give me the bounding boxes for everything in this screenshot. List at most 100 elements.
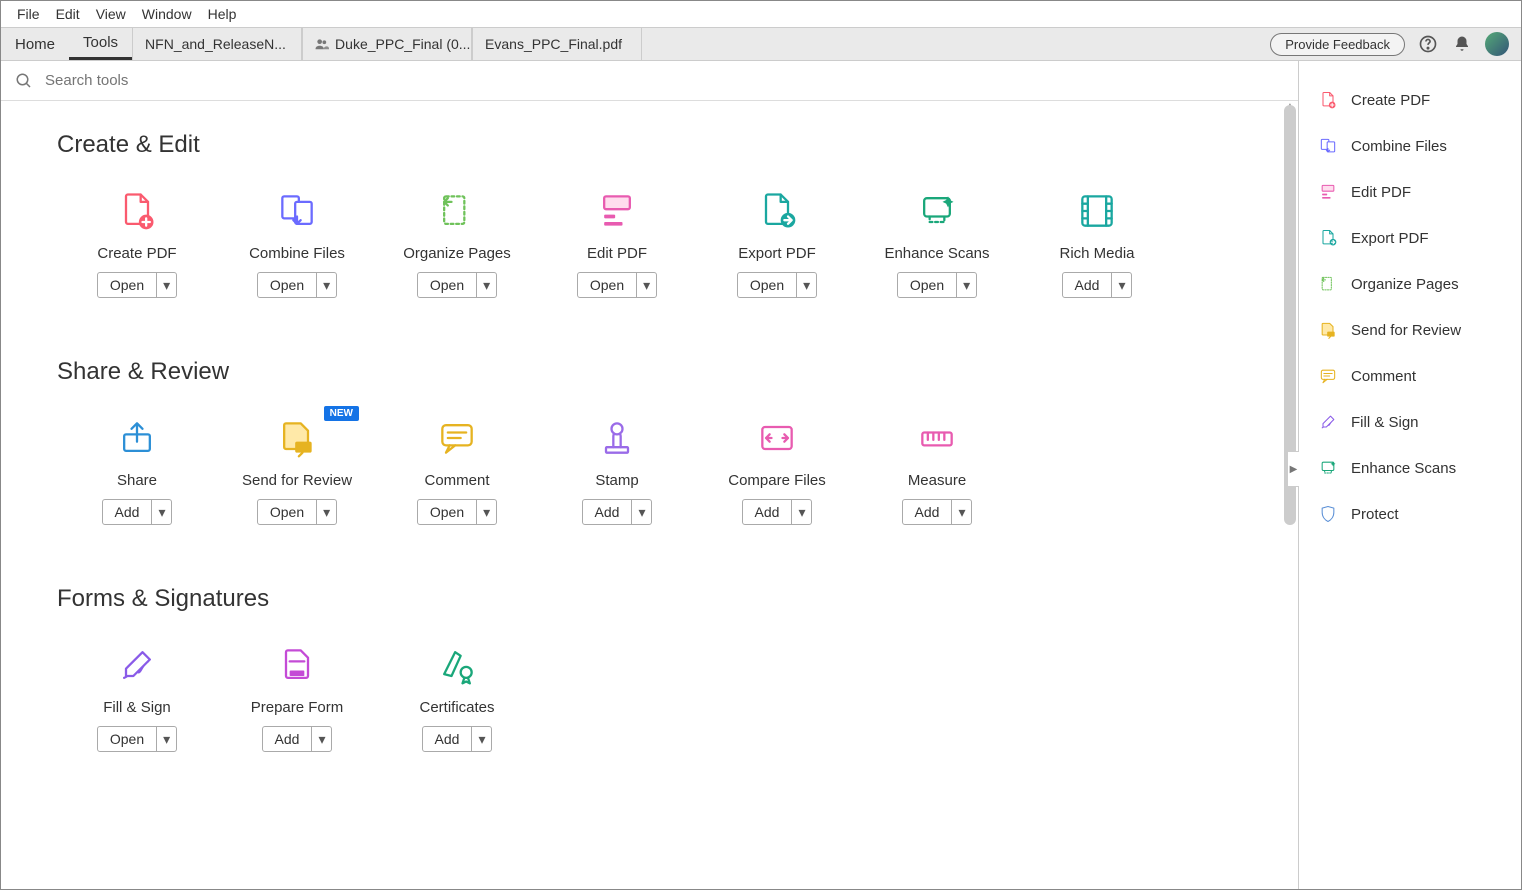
doc-tab-1[interactable]: Duke_PPC_Final (0... (302, 28, 472, 60)
chevron-down-icon[interactable]: ▾ (476, 500, 496, 524)
tool-action-button[interactable]: Add▾ (902, 499, 973, 525)
action-label[interactable]: Open (98, 727, 156, 751)
tool-card-enhance[interactable]: Enhance ScansOpen▾ (857, 177, 1017, 318)
help-icon[interactable] (1417, 33, 1439, 55)
action-label[interactable]: Add (903, 500, 952, 524)
action-label[interactable]: Add (583, 500, 632, 524)
tool-card-media[interactable]: Rich MediaAdd▾ (1017, 177, 1177, 318)
menu-help[interactable]: Help (200, 3, 245, 25)
avatar[interactable] (1485, 32, 1509, 56)
chevron-down-icon[interactable]: ▾ (791, 500, 811, 524)
chevron-down-icon[interactable]: ▾ (796, 273, 816, 297)
rp-item-organize[interactable]: Organize Pages (1309, 263, 1511, 305)
rp-item-create-pdf[interactable]: Create PDF (1309, 79, 1511, 121)
chevron-down-icon[interactable]: ▾ (156, 273, 176, 297)
tool-card-share[interactable]: Share Add▾ (57, 404, 217, 545)
rp-item-review[interactable]: Send for Review (1309, 309, 1511, 351)
tool-card-comment[interactable]: CommentOpen▾ (377, 404, 537, 545)
tool-action-button[interactable]: Open▾ (97, 272, 177, 298)
chevron-down-icon[interactable]: ▾ (156, 727, 176, 751)
tool-action-button[interactable]: Open▾ (97, 726, 177, 752)
tool-action-button[interactable]: Add▾ (742, 499, 813, 525)
bell-icon[interactable] (1451, 33, 1473, 55)
tool-card-export[interactable]: Export PDFOpen▾ (697, 177, 857, 318)
tool-action-button[interactable]: Open▾ (257, 272, 337, 298)
tool-action-button[interactable]: Open▾ (737, 272, 817, 298)
tool-card-stamp[interactable]: StampAdd▾ (537, 404, 697, 545)
tool-card-sign[interactable]: Fill & SignOpen▾ (57, 631, 217, 772)
tool-card-organize[interactable]: Organize PagesOpen▾ (377, 177, 537, 318)
rp-item-sign[interactable]: Fill & Sign (1309, 401, 1511, 443)
action-label[interactable]: Open (98, 273, 156, 297)
action-label[interactable]: Add (743, 500, 792, 524)
action-label[interactable]: Open (898, 273, 956, 297)
action-label[interactable]: Open (738, 273, 796, 297)
action-label[interactable]: Open (258, 500, 316, 524)
collapse-panel-icon[interactable]: ▶ (1287, 451, 1299, 487)
menu-view[interactable]: View (88, 3, 134, 25)
tool-action-button[interactable]: Add▾ (262, 726, 333, 752)
nav-home[interactable]: Home (1, 28, 69, 60)
menu-window[interactable]: Window (134, 3, 200, 25)
chevron-down-icon[interactable]: ▾ (311, 727, 331, 751)
tool-card-edit-pdf[interactable]: Edit PDF Open▾ (537, 177, 697, 318)
rp-item-combine[interactable]: Combine Files (1309, 125, 1511, 167)
tool-action-button[interactable]: Add▾ (1062, 272, 1133, 298)
doc-tab-0[interactable]: NFN_and_ReleaseN... (132, 28, 302, 60)
action-label[interactable]: Add (263, 727, 312, 751)
action-label[interactable]: Open (578, 273, 636, 297)
chevron-down-icon[interactable]: ▾ (151, 500, 171, 524)
doc-tab-label: NFN_and_ReleaseN... (145, 36, 286, 52)
section-title: Create & Edit (57, 131, 1242, 159)
tool-label: Share (117, 472, 157, 489)
tool-action-button[interactable]: Open▾ (577, 272, 657, 298)
rp-item-protect[interactable]: Protect (1309, 493, 1511, 535)
tool-action-button[interactable]: Open▾ (257, 499, 337, 525)
tool-card-combine[interactable]: Combine FilesOpen▾ (217, 177, 377, 318)
rp-item-export[interactable]: Export PDF (1309, 217, 1511, 259)
tool-card-compare[interactable]: Compare FilesAdd▾ (697, 404, 857, 545)
tool-card-form[interactable]: Prepare FormAdd▾ (217, 631, 377, 772)
tool-action-button[interactable]: Open▾ (417, 499, 497, 525)
tool-action-button[interactable]: Add▾ (102, 499, 173, 525)
action-label[interactable]: Add (1063, 273, 1112, 297)
provide-feedback-button[interactable]: Provide Feedback (1270, 33, 1405, 56)
tool-card-create-pdf[interactable]: Create PDFOpen▾ (57, 177, 217, 318)
tool-card-measure[interactable]: MeasureAdd▾ (857, 404, 1017, 545)
tool-action-button[interactable]: Open▾ (417, 272, 497, 298)
menu-edit[interactable]: Edit (48, 3, 88, 25)
chevron-down-icon[interactable]: ▾ (316, 500, 336, 524)
nav-tools[interactable]: Tools (69, 28, 132, 60)
rp-item-label: Comment (1351, 368, 1416, 385)
rp-item-enhance[interactable]: Enhance Scans (1309, 447, 1511, 489)
action-label[interactable]: Add (103, 500, 152, 524)
rp-item-comment[interactable]: Comment (1309, 355, 1511, 397)
chevron-down-icon[interactable]: ▾ (1111, 273, 1131, 297)
menubar: File Edit View Window Help (1, 1, 1521, 28)
tabbar: Home Tools NFN_and_ReleaseN... Duke_PPC_… (1, 28, 1521, 61)
menu-file[interactable]: File (9, 3, 48, 25)
tool-card-cert[interactable]: CertificatesAdd▾ (377, 631, 537, 772)
tool-action-button[interactable]: Add▾ (422, 726, 493, 752)
tool-label: Edit PDF (587, 245, 647, 262)
combine-icon (273, 187, 321, 235)
action-label[interactable]: Add (423, 727, 472, 751)
search-input[interactable] (43, 71, 1284, 90)
chevron-down-icon[interactable]: ▾ (631, 500, 651, 524)
tool-action-button[interactable]: Open▾ (897, 272, 977, 298)
action-label[interactable]: Open (258, 273, 316, 297)
chevron-down-icon[interactable]: ▾ (316, 273, 336, 297)
chevron-down-icon[interactable]: ▾ (636, 273, 656, 297)
chevron-down-icon[interactable]: ▾ (956, 273, 976, 297)
chevron-down-icon[interactable]: ▾ (471, 727, 491, 751)
action-label[interactable]: Open (418, 273, 476, 297)
edit-pdf-icon (1317, 181, 1339, 203)
action-label[interactable]: Open (418, 500, 476, 524)
tool-card-review[interactable]: NEWSend for ReviewOpen▾ (217, 404, 377, 545)
chevron-down-icon[interactable]: ▾ (476, 273, 496, 297)
tool-action-button[interactable]: Add▾ (582, 499, 653, 525)
doc-tab-2[interactable]: Evans_PPC_Final.pdf (472, 28, 642, 60)
rp-item-edit-pdf[interactable]: Edit PDF (1309, 171, 1511, 213)
chevron-down-icon[interactable]: ▾ (951, 500, 971, 524)
badge-new: NEW (324, 406, 359, 421)
